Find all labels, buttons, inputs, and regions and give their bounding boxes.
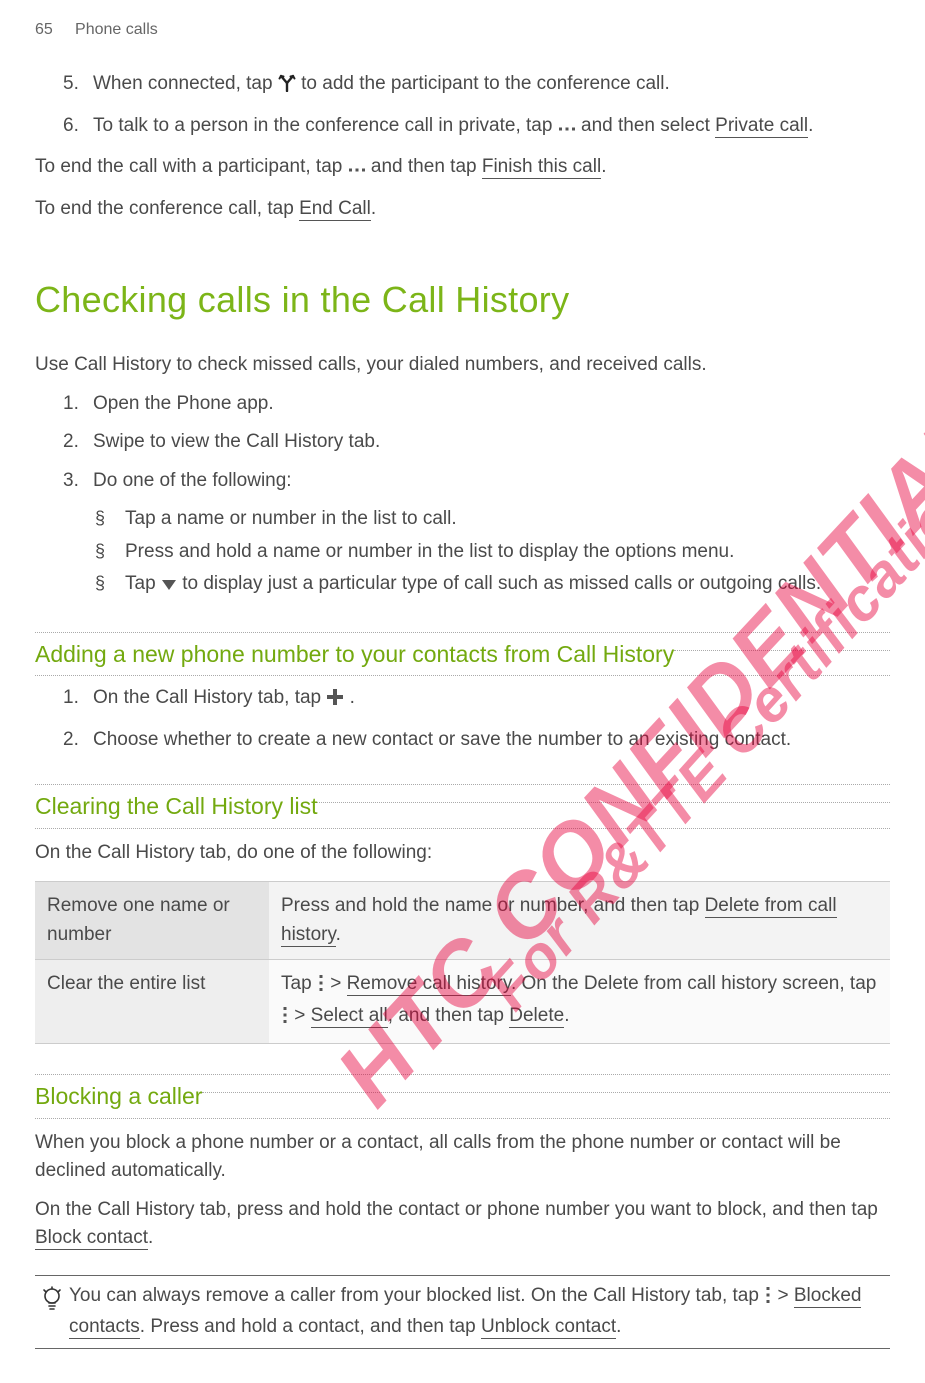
- text: >: [772, 1285, 794, 1306]
- text: To end the call with a participant, tap: [35, 156, 348, 177]
- table-row: Clear the entire list Tap > Remove call …: [35, 960, 890, 1044]
- subheading: Clearing the Call History list: [35, 785, 317, 828]
- select-all-link: Select all: [311, 1005, 388, 1028]
- text: >: [289, 1005, 311, 1026]
- text: To end the conference call, tap: [35, 198, 299, 219]
- text: . On the Delete from call history screen…: [511, 973, 876, 994]
- text: , and then tap: [388, 1005, 510, 1026]
- step-number: 1.: [63, 684, 93, 716]
- table-row: Remove one name or number Press and hold…: [35, 882, 890, 960]
- step-5: 5. When connected, tap to add the partic…: [63, 70, 890, 102]
- text: Tap: [125, 573, 161, 594]
- overflow-vertical-icon: [281, 1005, 289, 1034]
- text: and then select: [581, 115, 715, 136]
- step-number: 1.: [63, 390, 93, 419]
- step-number: 3.: [63, 467, 93, 496]
- bullet-marker: §: [95, 570, 125, 602]
- text: .: [808, 115, 813, 136]
- text: Do one of the following:: [93, 467, 890, 496]
- text: to display just a particular type of cal…: [182, 573, 821, 594]
- plus-icon: [326, 687, 344, 716]
- bullet-marker: §: [95, 538, 125, 567]
- step-number: 6.: [63, 112, 93, 144]
- row-content: Tap > Remove call history. On the Delete…: [269, 960, 890, 1044]
- finish-this-call-link: Finish this call: [482, 156, 601, 179]
- text: Tap: [281, 973, 317, 994]
- delete-link: Delete: [509, 1005, 564, 1028]
- remove-call-history-link: Remove call history: [347, 973, 511, 996]
- end-conference-para: To end the conference call, tap End Call…: [35, 195, 890, 224]
- sub3-p1: When you block a phone number or a conta…: [35, 1129, 890, 1186]
- tip-text: You can always remove a caller from your…: [69, 1282, 890, 1342]
- subsection-add-contact: Adding a new phone number to your contac…: [35, 632, 890, 677]
- text: and then tap: [371, 156, 482, 177]
- text: To talk to a person in the conference ca…: [93, 115, 558, 136]
- row-content: Press and hold the name or number, and t…: [269, 882, 890, 960]
- tip-box: You can always remove a caller from your…: [35, 1275, 890, 1349]
- subsection-blocking: Blocking a caller: [35, 1074, 890, 1119]
- unblock-contact-link: Unblock contact: [481, 1316, 616, 1339]
- intro-text: Use Call History to check missed calls, …: [35, 351, 890, 380]
- sub2-intro: On the Call History tab, do one of the f…: [35, 839, 890, 868]
- bullet-marker: §: [95, 505, 125, 534]
- end-participant-para: To end the call with a participant, tap …: [35, 153, 890, 185]
- text: .: [350, 687, 355, 708]
- step-number: 2.: [63, 726, 93, 755]
- bullet-2: § Press and hold a name or number in the…: [95, 538, 890, 567]
- private-call-link: Private call: [715, 115, 808, 138]
- text: Tap a name or number in the list to call…: [125, 505, 890, 534]
- row-label: Clear the entire list: [35, 960, 269, 1044]
- text: When connected, tap: [93, 73, 278, 94]
- end-call-link: End Call: [299, 198, 371, 221]
- text: Open the Phone app.: [93, 390, 890, 419]
- text: On the Call History tab, tap: [93, 687, 326, 708]
- section-title: Phone calls: [75, 21, 158, 38]
- lightbulb-icon: [35, 1282, 69, 1324]
- row-label: Remove one name or number: [35, 882, 269, 960]
- step-2: 2. Swipe to view the Call History tab.: [63, 428, 890, 457]
- text: You can always remove a caller from your…: [69, 1285, 764, 1306]
- sub3-p2: On the Call History tab, press and hold …: [35, 1196, 890, 1253]
- text: .: [564, 1005, 569, 1026]
- page-header: 65 Phone calls: [35, 18, 890, 42]
- text: Press and hold a name or number in the l…: [125, 538, 890, 567]
- text: .: [371, 198, 376, 219]
- sub1-step-2: 2. Choose whether to create a new contac…: [63, 726, 890, 755]
- text: Choose whether to create a new contact o…: [93, 726, 890, 755]
- text: .: [336, 924, 341, 945]
- overflow-dots-icon: [558, 115, 576, 144]
- text: On the Call History tab, press and hold …: [35, 1199, 878, 1220]
- heading-call-history: Checking calls in the Call History: [35, 273, 890, 327]
- block-contact-link: Block contact: [35, 1227, 148, 1250]
- text: . Press and hold a contact, and then tap: [140, 1316, 481, 1337]
- clear-history-table: Remove one name or number Press and hold…: [35, 881, 890, 1044]
- bullet-3: § Tap to display just a particular type …: [95, 570, 890, 602]
- text: >: [325, 973, 347, 994]
- text: Press and hold the name or number, and t…: [281, 895, 705, 916]
- overflow-dots-icon: [348, 156, 366, 185]
- step-1: 1. Open the Phone app.: [63, 390, 890, 419]
- merge-call-icon: [278, 72, 296, 102]
- subsection-clearing: Clearing the Call History list: [35, 784, 890, 829]
- text: .: [616, 1316, 621, 1337]
- page-number: 65: [35, 21, 53, 38]
- step-number: 2.: [63, 428, 93, 457]
- subheading: Blocking a caller: [35, 1075, 202, 1118]
- text: to add the participant to the conference…: [301, 73, 670, 94]
- text: .: [601, 156, 606, 177]
- overflow-vertical-icon: [317, 973, 325, 1002]
- step-number: 5.: [63, 70, 93, 102]
- sub1-step-1: 1. On the Call History tab, tap .: [63, 684, 890, 716]
- step-3: 3. Do one of the following:: [63, 467, 890, 496]
- subheading: Adding a new phone number to your contac…: [35, 633, 674, 676]
- step-6: 6. To talk to a person in the conference…: [63, 112, 890, 144]
- text: Swipe to view the Call History tab.: [93, 428, 890, 457]
- dropdown-triangle-icon: [161, 573, 177, 602]
- text: .: [148, 1227, 153, 1248]
- bullet-1: § Tap a name or number in the list to ca…: [95, 505, 890, 534]
